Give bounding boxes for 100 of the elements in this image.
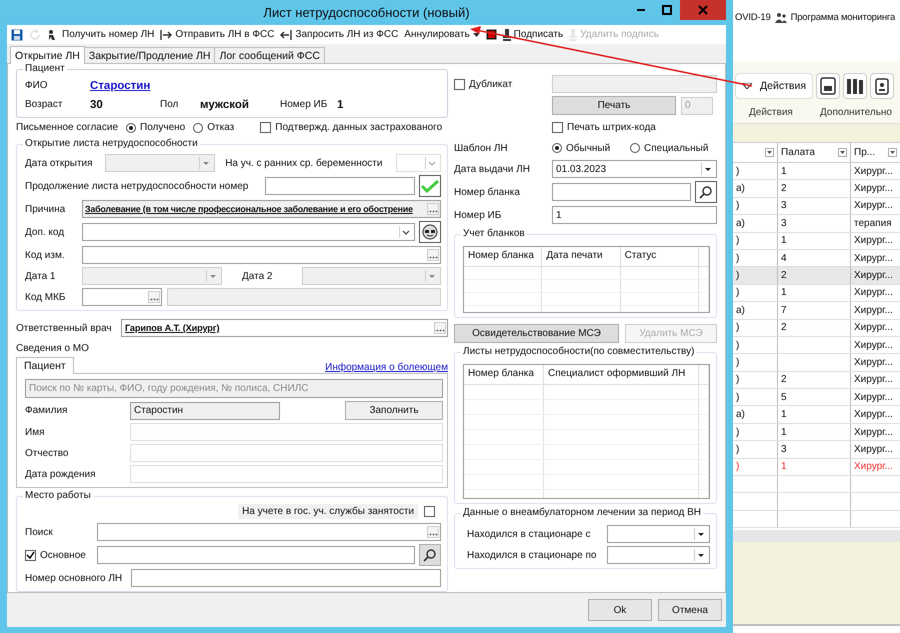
workplace-search-field[interactable] <box>97 523 441 541</box>
table-cell: а) <box>736 409 745 420</box>
fill-button[interactable]: Заполнить <box>345 401 443 420</box>
ok-button[interactable]: Ok <box>588 599 652 621</box>
browse-button[interactable] <box>427 249 439 261</box>
radio-button[interactable] <box>126 122 136 132</box>
checkbox[interactable] <box>424 506 435 516</box>
patronymic-field[interactable] <box>130 444 443 462</box>
toolbar-button[interactable]: Запросить ЛН из ФСС <box>278 26 400 43</box>
surname-field[interactable]: Старостин <box>130 402 280 420</box>
column-header[interactable]: Номер бланка <box>464 247 542 266</box>
column-header[interactable]: Пр... <box>854 147 876 158</box>
radio-button[interactable] <box>630 143 640 153</box>
group-title: Листы нетрудоспособности(по совместительству) <box>461 346 696 357</box>
radio-button[interactable] <box>193 122 204 132</box>
check-icon[interactable] <box>419 175 441 197</box>
continuation-field[interactable] <box>265 177 415 195</box>
radio-button[interactable] <box>552 143 562 153</box>
blank-number-field[interactable] <box>552 183 691 201</box>
filter-icon[interactable] <box>888 148 897 157</box>
table-row[interactable]: ) 2 Хирург... <box>733 372 900 390</box>
column-header[interactable]: Специалист оформивший ЛН <box>544 365 699 384</box>
close-icon <box>698 5 708 15</box>
issue-date-dropdown[interactable]: 01.03.2023 <box>552 160 717 178</box>
date-dropdown[interactable] <box>607 525 710 543</box>
close-button[interactable] <box>680 0 726 20</box>
table-row[interactable]: ) 1 Хирург... <box>733 424 900 442</box>
browse-button[interactable] <box>148 291 160 303</box>
tab[interactable]: Открытие ЛН <box>10 46 85 64</box>
browse-button[interactable] <box>427 526 439 538</box>
toolbar-button[interactable]: Подписать <box>500 26 566 43</box>
record-number: 1 <box>337 98 344 110</box>
search-icon[interactable] <box>419 544 441 566</box>
tab[interactable]: Лог сообщений ФСС <box>214 47 325 63</box>
name-field[interactable] <box>130 423 443 441</box>
change-code-field[interactable] <box>82 246 441 264</box>
table-row[interactable]: ) 2 Хирург... <box>733 267 900 285</box>
table-row[interactable]: ) 1 Хирург... <box>733 163 900 180</box>
patient-info-link[interactable]: Информация о болеющем <box>325 362 448 373</box>
table-row[interactable]: ) 1 Хирург... <box>733 458 900 476</box>
print-button[interactable]: Печать <box>552 96 676 115</box>
toolbar-button[interactable]: Аннулировать <box>402 26 482 43</box>
table-cell: ) <box>736 235 740 246</box>
chevron-icon <box>425 157 438 169</box>
table-row[interactable]: ) 3 Хирург... <box>733 441 900 459</box>
scrollbar[interactable] <box>733 530 900 542</box>
glasses-face-icon[interactable] <box>419 221 441 243</box>
column-header[interactable]: Статус <box>620 247 699 266</box>
table-row[interactable]: а) 2 Хирург... <box>733 180 900 198</box>
filter-icon[interactable] <box>765 148 774 157</box>
table-row[interactable]: а) 7 Хирург... <box>733 302 900 320</box>
filter-icon[interactable] <box>838 148 847 157</box>
badge-icon[interactable] <box>870 73 894 99</box>
field-label: Доп. код <box>25 226 66 238</box>
table-row[interactable]: ) Хирург... <box>733 354 900 372</box>
checkbox[interactable] <box>260 122 272 133</box>
table-row[interactable]: ) Хирург... <box>733 336 900 354</box>
workplace-field[interactable] <box>97 546 415 564</box>
table-row[interactable]: ) 2 Хирург... <box>733 320 900 337</box>
reason-field[interactable]: Заболевание (в том числе профессиональное заболевание и его обострение <box>82 200 441 218</box>
checkbox[interactable] <box>25 550 36 560</box>
main-number-field[interactable] <box>131 569 441 587</box>
doctor-link[interactable]: Гарипов А.Т. (Хирург) <box>125 323 232 333</box>
table-cell: ) <box>736 270 740 282</box>
stamp-icon <box>569 28 578 40</box>
actions-dropdown[interactable]: Действия <box>735 73 814 99</box>
checkbox[interactable] <box>552 122 563 132</box>
menu-item[interactable]: Программа мониторинга <box>790 12 896 23</box>
column-header[interactable]: Номер бланка <box>464 365 544 384</box>
table-row[interactable]: ) 1 Хирург... <box>733 284 900 302</box>
table-row[interactable]: а) 1 Хирург... <box>733 406 900 424</box>
column-header[interactable]: Дата печати <box>542 247 621 266</box>
tab[interactable]: Пациент <box>16 357 74 374</box>
column-header[interactable]: Палата <box>781 147 815 158</box>
birth-date-field[interactable] <box>130 465 443 483</box>
reason-link[interactable]: Заболевание (в том числе профессиональное заболевание и его обострение <box>85 204 413 214</box>
checkbox[interactable] <box>454 78 465 90</box>
date-dropdown[interactable] <box>607 546 710 564</box>
menu-item[interactable]: OVID-19 <box>735 12 771 23</box>
doctor-field[interactable]: Гарипов А.Т. (Хирург) <box>121 319 448 337</box>
mse-button[interactable]: Освидетельствование МСЭ <box>454 324 619 343</box>
register-icon[interactable] <box>816 73 840 99</box>
table-row[interactable]: ) 5 Хирург... <box>733 389 900 406</box>
table-row[interactable]: ) 1 Хирург... <box>733 232 900 250</box>
browse-button[interactable] <box>427 203 439 215</box>
record-number-field[interactable]: 1 <box>552 206 717 224</box>
toolbar-button[interactable]: Отправить ЛН в ФСС <box>158 26 276 43</box>
search-icon[interactable] <box>695 181 717 203</box>
browse-button[interactable] <box>434 322 446 334</box>
table-cell: Хирург... <box>854 287 893 298</box>
cancel-button[interactable]: Отмена <box>658 599 722 621</box>
icd-code-field[interactable] <box>82 288 162 306</box>
books-icon[interactable] <box>843 73 868 99</box>
table-row[interactable]: а) 3 терапия <box>733 215 900 233</box>
tab[interactable]: Закрытие/Продление ЛН <box>84 47 216 63</box>
group-title: Открытие листа нетрудоспособности <box>23 138 200 149</box>
toolbar-button[interactable]: Получить номер ЛН <box>45 26 156 43</box>
table-row[interactable]: ) 3 Хирург... <box>733 198 900 216</box>
field-label: Шаблон ЛН <box>454 142 509 154</box>
patient-name-link[interactable]: Старостин <box>90 80 150 92</box>
